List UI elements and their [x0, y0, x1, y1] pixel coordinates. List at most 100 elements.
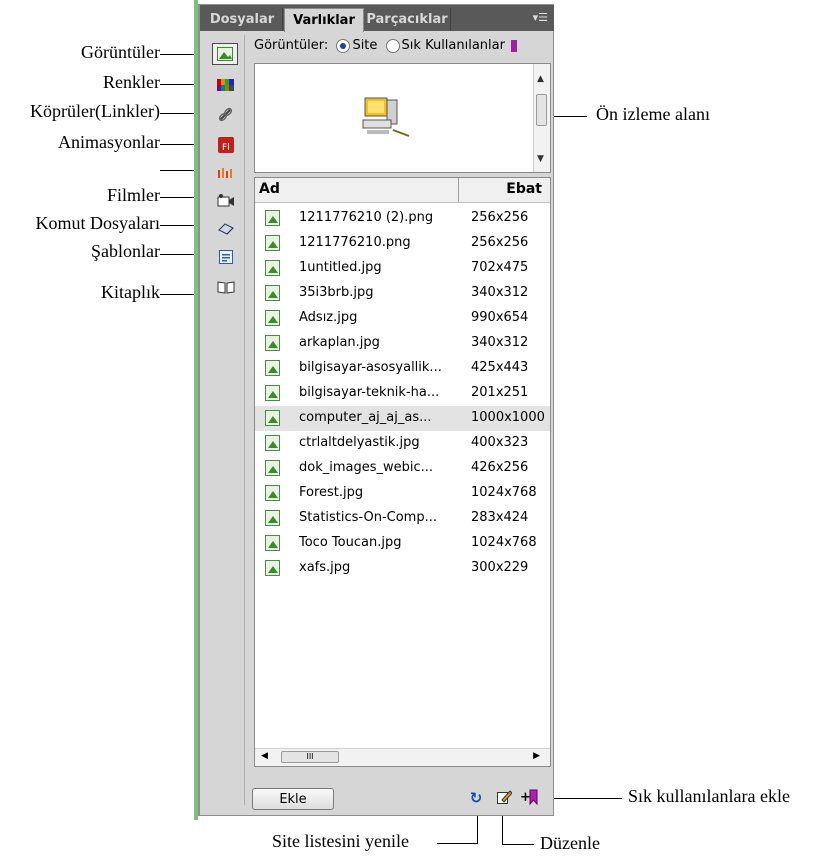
list-item[interactable]: Adsız.jpg 990x654 — [255, 306, 550, 331]
list-item[interactable]: arkaplan.jpg 340x312 — [255, 331, 550, 356]
scroll-left-icon[interactable]: ◀ — [261, 751, 268, 761]
list-item[interactable]: Toco Toucan.jpg 1024x768 — [255, 531, 550, 556]
image-file-icon — [265, 235, 280, 251]
file-name: bilgisayar-teknik-ha... — [299, 385, 440, 400]
file-name: computer_aj_aj_as... — [299, 410, 432, 425]
assets-panel: Dosyalar Varlıklar Parçacıklar ▾☰ Fl Gör… — [198, 4, 554, 816]
list-item[interactable]: Statistics-On-Comp... 283x424 — [255, 506, 550, 531]
file-dimensions: 256x256 — [471, 210, 529, 225]
image-file-icon — [265, 510, 280, 526]
list-item[interactable]: bilgisayar-teknik-ha... 201x251 — [255, 381, 550, 406]
image-file-icon — [265, 410, 280, 426]
hscroll-thumb[interactable]: III — [281, 751, 339, 763]
view-filter-row: Görüntüler: Site Sık Kullanılanlar — [254, 38, 554, 58]
label-renkler: Renkler — [103, 72, 160, 92]
list-item[interactable]: 1untitled.jpg 702x475 — [255, 256, 550, 281]
file-dimensions: 400x323 — [471, 435, 529, 450]
shockwave-icon[interactable] — [214, 163, 238, 183]
column-header-size[interactable]: Ebat — [506, 181, 542, 197]
tab-dosyalar[interactable]: Dosyalar — [202, 8, 283, 31]
file-dimensions: 990x654 — [471, 310, 529, 325]
label-komut: Komut Dosyaları — [35, 213, 160, 233]
label-goruntuler: Görüntüler — [81, 42, 160, 62]
list-item[interactable]: bilgisayar-asosyallik... 425x443 — [255, 356, 550, 381]
file-name: 35i3brb.jpg — [299, 285, 374, 300]
label-yenile: Site listesini yenile — [272, 831, 409, 851]
file-name: bilgisayar-asosyallik... — [299, 360, 442, 375]
scripts-icon[interactable] — [214, 219, 238, 239]
preview-area: ▲ ▼ — [254, 63, 551, 173]
preview-scroll-thumb[interactable] — [536, 94, 547, 126]
image-file-icon — [265, 285, 280, 301]
file-dimensions: 300x229 — [471, 560, 529, 575]
image-file-icon — [265, 335, 280, 351]
list-header: Ad Ebat — [255, 178, 550, 203]
file-dimensions: 340x312 — [471, 335, 529, 350]
file-name: arkaplan.jpg — [299, 335, 380, 350]
file-dimensions: 201x251 — [471, 385, 529, 400]
panel-menu-icon[interactable]: ▾☰ — [533, 11, 548, 24]
label-onizleme: Ön izleme alanı — [596, 104, 710, 124]
label-sablonlar: Şablonlar — [91, 241, 160, 261]
colors-icon[interactable] — [214, 75, 238, 95]
tab-parcaciklar[interactable]: Parçacıklar — [364, 8, 451, 31]
templates-icon[interactable] — [214, 247, 238, 267]
bottom-toolbar: Ekle ↻ + — [246, 783, 554, 813]
add-to-favorites-icon[interactable]: + — [520, 789, 540, 809]
file-dimensions: 702x475 — [471, 260, 529, 275]
library-icon[interactable] — [214, 277, 238, 297]
image-file-icon — [265, 535, 280, 551]
file-dimensions: 340x312 — [471, 285, 529, 300]
image-file-icon — [265, 485, 280, 501]
favorites-bookmark-icon — [511, 39, 518, 52]
refresh-icon[interactable]: ↻ — [466, 789, 486, 807]
leader-duzenle-h — [502, 844, 534, 845]
file-name: Adsız.jpg — [299, 310, 358, 325]
radio-site[interactable] — [336, 38, 351, 53]
list-horizontal-scrollbar[interactable]: ◀ III ▶ — [255, 748, 550, 766]
scroll-down-icon[interactable]: ▼ — [537, 154, 544, 164]
file-name: xafs.jpg — [299, 560, 351, 575]
file-dimensions: 283x424 — [471, 510, 529, 525]
svg-text:+: + — [520, 790, 531, 805]
svg-text:Fl: Fl — [222, 143, 230, 153]
list-item[interactable]: 35i3brb.jpg 340x312 — [255, 281, 550, 306]
file-name: dok_images_webic... — [299, 460, 434, 475]
preview-scrollbar[interactable]: ▲ ▼ — [533, 64, 550, 172]
image-file-icon — [265, 560, 280, 576]
list-item[interactable]: 1211776210 (2).png 256x256 — [255, 206, 550, 231]
list-item[interactable]: xafs.jpg 300x229 — [255, 556, 550, 581]
radio-favorites[interactable] — [385, 38, 400, 53]
flash-icon[interactable]: Fl — [214, 135, 238, 155]
tab-varliklar[interactable]: Varlıklar — [284, 8, 364, 32]
insert-button[interactable]: Ekle — [252, 788, 334, 810]
edit-icon[interactable] — [494, 789, 514, 809]
column-header-name[interactable]: Ad — [259, 181, 280, 197]
file-dimensions: 256x256 — [471, 235, 529, 250]
radio-favorites-label: Sık Kullanılanlar — [401, 38, 505, 53]
label-kopruler: Köprüler(Linkler) — [30, 101, 160, 121]
view-label: Görüntüler: — [254, 38, 329, 53]
file-name: ctrlaltdelyastik.jpg — [299, 435, 420, 450]
scroll-right-icon[interactable]: ▶ — [533, 751, 540, 761]
file-dimensions: 1000x1000 — [471, 410, 545, 425]
list-item[interactable]: dok_images_webic... 426x256 — [255, 456, 550, 481]
label-duzenle: Düzenle — [540, 833, 600, 853]
tab-bar: Dosyalar Varlıklar Parçacıklar ▾☰ — [200, 5, 554, 32]
list-item[interactable]: ctrlaltdelyastik.jpg 400x323 — [255, 431, 550, 456]
scroll-up-icon[interactable]: ▲ — [537, 74, 544, 84]
file-name: Toco Toucan.jpg — [299, 535, 402, 550]
list-item[interactable]: Forest.jpg 1024x768 — [255, 481, 550, 506]
category-bar: Fl — [204, 35, 245, 805]
image-file-icon — [265, 460, 280, 476]
list-item[interactable]: computer_aj_aj_as... 1000x1000 — [255, 406, 550, 431]
image-file-icon — [265, 435, 280, 451]
list-item[interactable]: 1211776210.png 256x256 — [255, 231, 550, 256]
images-icon[interactable] — [212, 43, 238, 65]
links-icon[interactable] — [214, 105, 238, 125]
column-separator[interactable] — [458, 178, 459, 202]
movies-icon[interactable] — [214, 191, 238, 211]
asset-list: Ad Ebat 1211776210 (2).png 256x256 1211776… — [254, 177, 551, 767]
image-file-icon — [265, 385, 280, 401]
label-filmler: Filmler — [107, 185, 160, 205]
